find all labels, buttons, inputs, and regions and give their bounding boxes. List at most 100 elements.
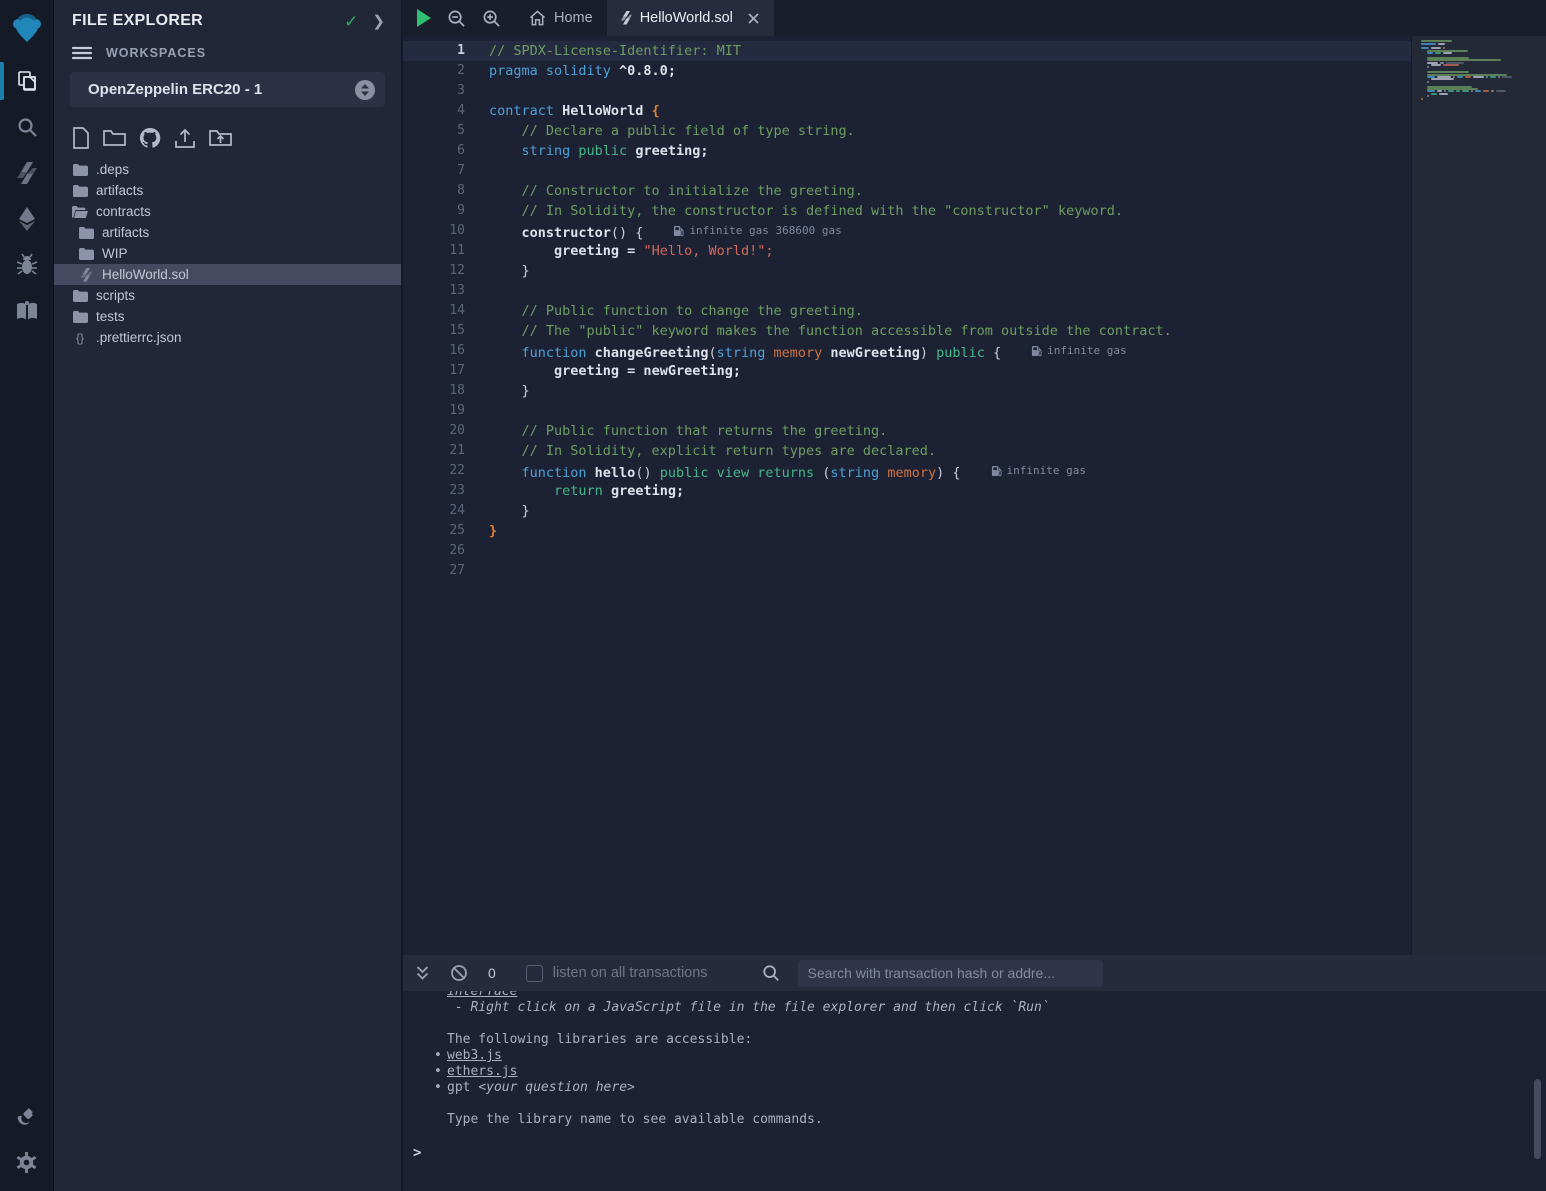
code-line[interactable]: // Declare a public field of type string… — [489, 121, 1411, 141]
tree-item-artifacts[interactable]: artifacts — [54, 222, 401, 243]
zoom-in-icon[interactable] — [482, 9, 501, 28]
line-number[interactable]: 9 — [403, 201, 465, 221]
learn-icon[interactable] — [0, 288, 54, 334]
tree-item-scripts[interactable]: scripts — [54, 285, 401, 306]
code-editor[interactable]: 1234567891011121314151617181920212223242… — [403, 36, 1411, 955]
code-line[interactable]: // SPDX-License-Identifier: MIT — [489, 41, 1411, 61]
line-number[interactable]: 20 — [403, 421, 465, 441]
terminal-link[interactable]: web3.js — [447, 1048, 502, 1063]
tree-item-artifacts[interactable]: artifacts — [54, 180, 401, 201]
line-number[interactable]: 14 — [403, 301, 465, 321]
deploy-run-icon[interactable] — [0, 196, 54, 242]
workspaces-menu-icon[interactable] — [72, 46, 92, 60]
line-number[interactable]: 4 — [403, 101, 465, 121]
code-line[interactable] — [489, 561, 1411, 581]
terminal-output[interactable]: interface - Right click on a JavaScript … — [403, 991, 1546, 1191]
code-line[interactable]: } — [489, 261, 1411, 281]
run-script-button[interactable] — [417, 9, 431, 27]
line-number[interactable]: 8 — [403, 181, 465, 201]
debugger-icon[interactable] — [0, 242, 54, 288]
code-line[interactable]: } — [489, 381, 1411, 401]
code-line[interactable]: // The "public" keyword makes the functi… — [489, 321, 1411, 341]
tree-item-contracts[interactable]: contracts — [54, 201, 401, 222]
terminal-collapse-icon[interactable] — [415, 965, 430, 981]
code-line[interactable]: pragma solidity ^0.8.0; — [489, 61, 1411, 81]
code-line[interactable]: } — [489, 521, 1411, 541]
line-number[interactable]: 24 — [403, 501, 465, 521]
line-number[interactable]: 23 — [403, 481, 465, 501]
remix-logo[interactable] — [0, 0, 54, 58]
line-number[interactable]: 5 — [403, 121, 465, 141]
plugin-manager-icon[interactable] — [0, 1093, 54, 1139]
tree-item--deps[interactable]: .deps — [54, 159, 401, 180]
line-number[interactable]: 22 — [403, 461, 465, 481]
new-file-icon[interactable] — [72, 127, 90, 149]
tree-item-wip[interactable]: WIP — [54, 243, 401, 264]
workspace-ok-icon[interactable]: ✓ — [344, 13, 358, 30]
code-line[interactable]: constructor() {infinite gas 368600 gas — [489, 221, 1411, 241]
line-number[interactable]: 6 — [403, 141, 465, 161]
solidity-compiler-icon[interactable] — [0, 150, 54, 196]
terminal-scrollbar-thumb[interactable] — [1534, 1079, 1541, 1159]
tab-helloworld-sol[interactable]: HelloWorld.sol — [607, 0, 774, 36]
code-line[interactable]: // In Solidity, the constructor is defin… — [489, 201, 1411, 221]
workspace-select[interactable]: OpenZeppelin ERC20 - 1 — [70, 72, 385, 107]
code-line[interactable]: string public greeting; — [489, 141, 1411, 161]
code-line[interactable]: } — [489, 501, 1411, 521]
search-icon[interactable] — [0, 104, 54, 150]
line-number[interactable]: 15 — [403, 321, 465, 341]
line-number[interactable]: 1 — [403, 41, 465, 61]
chevron-right-icon[interactable]: ❯ — [372, 12, 385, 30]
code-line[interactable]: // Public function that returns the gree… — [489, 421, 1411, 441]
code-line[interactable] — [489, 81, 1411, 101]
code-line[interactable]: // Constructor to initialize the greetin… — [489, 181, 1411, 201]
line-number[interactable]: 13 — [403, 281, 465, 301]
line-number[interactable]: 27 — [403, 561, 465, 581]
settings-icon[interactable] — [0, 1139, 54, 1185]
upload-folder-icon[interactable] — [209, 127, 232, 149]
line-number[interactable]: 10 — [403, 221, 465, 241]
code-line[interactable]: // Public function to change the greetin… — [489, 301, 1411, 321]
minimap[interactable] — [1421, 40, 1538, 105]
line-number[interactable]: 26 — [403, 541, 465, 561]
upload-file-icon[interactable] — [174, 127, 196, 149]
file-explorer-icon[interactable] — [0, 58, 54, 104]
new-folder-icon[interactable] — [103, 127, 126, 149]
terminal-search-input[interactable] — [798, 960, 1103, 987]
line-number[interactable]: 17 — [403, 361, 465, 381]
tree-item-helloworld-sol[interactable]: HelloWorld.sol — [54, 264, 401, 285]
listen-transactions-checkbox[interactable] — [526, 965, 543, 982]
code-line[interactable]: function hello() public view returns (st… — [489, 461, 1411, 481]
github-icon[interactable] — [139, 127, 161, 149]
line-number[interactable]: 16 — [403, 341, 465, 361]
line-number[interactable]: 21 — [403, 441, 465, 461]
zoom-out-icon[interactable] — [447, 9, 466, 28]
terminal-link[interactable]: interface — [447, 991, 517, 999]
tree-item--prettierrc-json[interactable]: {}.prettierrc.json — [54, 327, 401, 348]
terminal-link[interactable]: ethers.js — [447, 1064, 517, 1079]
code-line[interactable]: function changeGreeting(string memory ne… — [489, 341, 1411, 361]
code-line[interactable]: contract HelloWorld { — [489, 101, 1411, 121]
line-number[interactable]: 25 — [403, 521, 465, 541]
line-number[interactable]: 3 — [403, 81, 465, 101]
code-line[interactable]: greeting = newGreeting; — [489, 361, 1411, 381]
code-line[interactable] — [489, 161, 1411, 181]
terminal-prompt[interactable]: > — [403, 1144, 1546, 1162]
line-number[interactable]: 7 — [403, 161, 465, 181]
tab-home[interactable]: Home — [515, 0, 607, 36]
code-line[interactable] — [489, 541, 1411, 561]
line-number[interactable]: 12 — [403, 261, 465, 281]
workspace-sort-icon[interactable] — [355, 80, 375, 100]
code-content[interactable]: // SPDX-License-Identifier: MITpragma so… — [489, 41, 1411, 581]
close-tab-icon[interactable] — [747, 12, 760, 25]
code-line[interactable] — [489, 401, 1411, 421]
editor-gutter[interactable]: 1234567891011121314151617181920212223242… — [403, 41, 489, 581]
code-line[interactable]: greeting = "Hello, World!"; — [489, 241, 1411, 261]
code-line[interactable]: // In Solidity, explicit return types ar… — [489, 441, 1411, 461]
tree-item-tests[interactable]: tests — [54, 306, 401, 327]
code-line[interactable]: return greeting; — [489, 481, 1411, 501]
line-number[interactable]: 2 — [403, 61, 465, 81]
line-number[interactable]: 19 — [403, 401, 465, 421]
code-line[interactable] — [489, 281, 1411, 301]
line-number[interactable]: 18 — [403, 381, 465, 401]
